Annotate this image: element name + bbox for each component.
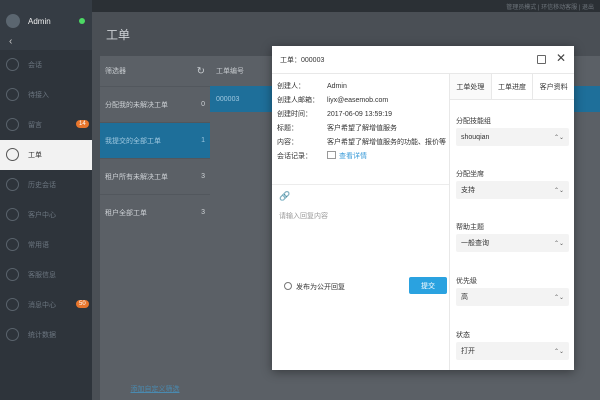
- refresh-icon[interactable]: ↻: [197, 66, 205, 77]
- sidebar-item-ticket[interactable]: 工单: [0, 140, 92, 170]
- filter-title: 筛选器: [105, 68, 126, 75]
- close-icon[interactable]: ✕: [556, 51, 566, 65]
- info-row-chat: 会话记录： 查看详情: [277, 151, 367, 160]
- chat-record-icon: [327, 151, 336, 159]
- chevron-updown-icon: ⌃⌄: [553, 187, 564, 194]
- filter-item-tenant-all[interactable]: 租户全部工单 3: [100, 194, 210, 230]
- info-row-creator: 创建人： Admin: [277, 82, 347, 91]
- sidebar-item-customer[interactable]: 客户中心: [0, 200, 92, 230]
- field-agent: 分配坐席 支持 ⌃⌄: [456, 169, 569, 199]
- reply-input[interactable]: 请输入回复内容: [279, 211, 328, 221]
- ticket-detail-modal: 工单：000003 ✕ 创建人： Admin 创建人邮箱： liyx@easemob…: [272, 46, 574, 370]
- skill-group-select[interactable]: shouqian ⌃⌄: [456, 128, 569, 146]
- sidebar-header: Admin ‹: [0, 0, 92, 50]
- top-links[interactable]: 管理员模式 | 环信移动客服 | 退出: [506, 2, 594, 11]
- queue-icon: [6, 88, 19, 101]
- notice-icon: [6, 298, 19, 311]
- sidebar-item-notice[interactable]: 消息中心 50: [0, 290, 92, 320]
- field-priority: 优先级 高 ⌃⌄: [456, 276, 569, 306]
- modal-header: 工单：000003 ✕: [272, 46, 574, 74]
- modal-title: 工单：000003: [280, 56, 325, 64]
- edit-icon[interactable]: [537, 55, 546, 64]
- sidebar-item-agent[interactable]: 客服信息: [0, 260, 92, 290]
- chevron-updown-icon: ⌃⌄: [553, 134, 564, 141]
- field-status: 状态 打开 ⌃⌄: [456, 330, 569, 360]
- field-help-topic: 帮助主题 一般查询 ⌃⌄: [456, 222, 569, 252]
- sidebar-item-phrase[interactable]: 常用语: [0, 230, 92, 260]
- sidebar-item-history[interactable]: 历史会话: [0, 170, 92, 200]
- filter-item-my-submitted[interactable]: 我提交的全部工单 1: [100, 122, 210, 158]
- info-row-title: 标题： 客户希望了解增值服务: [277, 125, 397, 132]
- info-row-created-time: 创建时间： 2017-06-09 13:59:19: [277, 110, 392, 119]
- ticket-icon: [6, 148, 19, 161]
- sidebar-item-stats[interactable]: 统计数据: [0, 320, 92, 350]
- detail-tabs: 工单处理 工单进度 客户资料: [450, 74, 574, 100]
- add-custom-filter-link[interactable]: 添加自定义筛选: [100, 384, 210, 394]
- history-icon: [6, 178, 19, 191]
- filter-item-assigned-unresolved[interactable]: 分配我的未解决工单 0: [100, 86, 210, 122]
- chevron-updown-icon: ⌃⌄: [553, 240, 564, 247]
- info-row-email: 创建人邮箱： liyx@easemob.com: [277, 96, 389, 105]
- help-topic-select[interactable]: 一般查询 ⌃⌄: [456, 234, 569, 252]
- ticket-info: 创建人： Admin 创建人邮箱： liyx@easemob.com 创建时间： 20…: [272, 74, 449, 163]
- sidebar: Admin ‹ 会话 待接入 留言 14 工单 历史会话 客户中心 常用语 客服信…: [0, 0, 92, 400]
- stats-icon: [6, 328, 19, 341]
- attachment-icon[interactable]: 🔗: [279, 191, 290, 202]
- top-bar: 管理员模式 | 环信移动客服 | 退出: [92, 0, 600, 12]
- tab-ticket-progress[interactable]: 工单进度: [492, 74, 534, 99]
- filter-panel: 筛选器 ↻ 分配我的未解决工单 0 我提交的全部工单 1 租户所有未解决工单 3 租户…: [100, 56, 210, 400]
- tab-ticket-handling[interactable]: 工单处理: [450, 74, 492, 99]
- submit-button[interactable]: 提交: [409, 277, 447, 294]
- agent-select[interactable]: 支持 ⌃⌄: [456, 181, 569, 199]
- user-name: Admin: [28, 17, 51, 26]
- public-reply-label: 发布为公开回复: [296, 284, 345, 291]
- sidebar-item-chat[interactable]: 会话: [0, 50, 92, 80]
- filter-header: 筛选器 ↻: [100, 56, 210, 86]
- agent-icon: [6, 268, 19, 281]
- customer-icon: [6, 208, 19, 221]
- sidebar-item-queue[interactable]: 待接入: [0, 80, 92, 110]
- notice-count-badge: 50: [76, 300, 89, 308]
- field-skill-group: 分配技能组 shouqian ⌃⌄: [456, 116, 569, 146]
- priority-select[interactable]: 高 ⌃⌄: [456, 288, 569, 306]
- public-reply-radio[interactable]: [284, 282, 292, 290]
- chevron-updown-icon: ⌃⌄: [553, 348, 564, 355]
- filter-item-tenant-unresolved[interactable]: 租户所有未解决工单 3: [100, 158, 210, 194]
- status-select[interactable]: 打开 ⌃⌄: [456, 342, 569, 360]
- tab-customer-info[interactable]: 客户资料: [533, 74, 574, 99]
- ticket-detail-left: 创建人： Admin 创建人邮箱： liyx@easemob.com 创建时间： 20…: [272, 74, 449, 370]
- chevron-updown-icon: ⌃⌄: [553, 294, 564, 301]
- message-icon: [6, 118, 19, 131]
- view-chat-link[interactable]: 查看详情: [339, 153, 367, 160]
- info-row-content: 内容： 客户希望了解增值服务的功能、报价等: [277, 139, 446, 146]
- page-title: 工单: [106, 28, 131, 42]
- chat-icon: [6, 58, 19, 71]
- phrase-icon: [6, 238, 19, 251]
- ticket-detail-right: 工单处理 工单进度 客户资料 分配技能组 shouqian ⌃⌄ 分配坐席 支持 ⌃…: [449, 74, 574, 370]
- avatar[interactable]: [6, 14, 20, 28]
- sidebar-nav: 会话 待接入 留言 14 工单 历史会话 客户中心 常用语 客服信息 消息中心 50…: [0, 50, 92, 350]
- message-count-badge: 14: [76, 120, 89, 128]
- back-icon[interactable]: ‹: [9, 37, 12, 47]
- sidebar-item-message[interactable]: 留言 14: [0, 110, 92, 140]
- online-status-dot: [79, 18, 85, 24]
- reply-area: 🔗 请输入回复内容 发布为公开回复 提交: [272, 184, 449, 370]
